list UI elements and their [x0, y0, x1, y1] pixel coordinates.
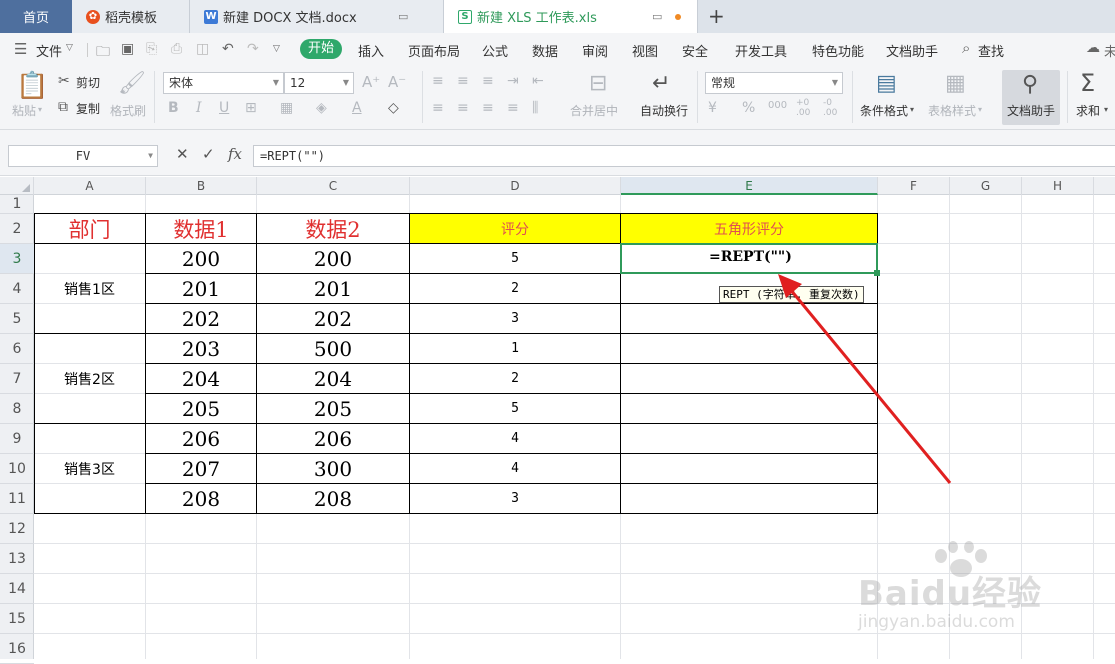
- arrow-shaft: [788, 288, 952, 484]
- watermark-url: jingyan.baidu.com: [858, 612, 1015, 632]
- watermark-text: Baidu经验: [858, 574, 1043, 614]
- watermark: Baidu经验 jingyan.baidu.com: [858, 540, 1108, 655]
- arrow-head: [778, 274, 802, 298]
